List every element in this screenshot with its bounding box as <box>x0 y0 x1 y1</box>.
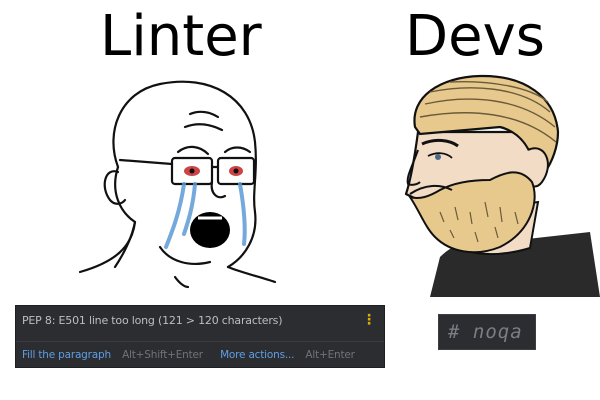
linter-heading: Linter <box>100 4 262 69</box>
fill-paragraph-link[interactable]: Fill the paragraph <box>22 349 111 361</box>
more-actions-link[interactable]: More actions... <box>220 349 294 361</box>
chad-illustration <box>404 74 600 297</box>
fill-paragraph-shortcut: Alt+Shift+Enter <box>122 349 203 361</box>
devs-heading: Devs <box>405 4 545 69</box>
linter-warning-popup: PEP 8: E501 line too long (121 > 120 cha… <box>15 305 385 368</box>
quick-fix-actions: Fill the paragraph Alt+Shift+Enter More … <box>22 349 369 361</box>
kebab-menu-icon[interactable]: ⋮ <box>362 313 376 327</box>
divider <box>16 341 384 342</box>
warning-message: PEP 8: E501 line too long (121 > 120 cha… <box>22 314 283 327</box>
more-actions-shortcut: Alt+Enter <box>305 349 355 361</box>
crying-wojak-illustration <box>78 80 277 289</box>
noqa-comment: # noqa <box>438 314 536 350</box>
